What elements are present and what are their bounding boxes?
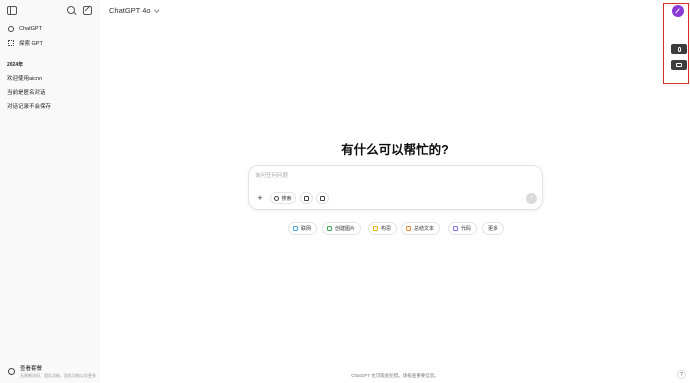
history-item[interactable]: 欢迎使用aicnn	[7, 74, 42, 82]
new-chat-icon[interactable]	[83, 6, 92, 15]
image-icon	[320, 195, 325, 201]
upgrade-title: 查看套餐	[20, 366, 43, 372]
chip-summarize[interactable]: 总结文本	[401, 222, 441, 235]
web-icon	[293, 226, 298, 231]
grid-icon	[8, 40, 14, 46]
sidebar-toggle-icon[interactable]	[7, 6, 17, 15]
lightbulb-icon	[373, 226, 378, 231]
video-button[interactable]	[671, 60, 687, 70]
prompt-input[interactable]	[255, 171, 505, 181]
chip-label: 更多	[488, 226, 499, 232]
chevron-down-icon	[153, 7, 159, 12]
send-button[interactable]: ↑	[526, 193, 537, 204]
page-title: 有什么可以帮忙的?	[341, 143, 449, 157]
sidebar-item-label: ChatGPT	[19, 26, 42, 32]
chip-label: 代码	[461, 226, 472, 232]
upgrade-subtitle: 无限制访问、团队功能，团队功能以及更多	[20, 373, 96, 378]
upgrade-plan-button[interactable]: 查看套餐 无限制访问、团队功能，团队功能以及更多	[0, 360, 100, 383]
sidebar-item-chatgpt[interactable]: ChatGPT	[4, 23, 96, 35]
model-selector[interactable]: ChatGPT 4o	[109, 6, 159, 15]
history-section-label: 2024年	[7, 62, 24, 68]
openai-logo-icon	[8, 26, 14, 32]
chip-label: 构思	[381, 226, 392, 232]
help-button[interactable]: ?	[677, 370, 686, 379]
image-button[interactable]	[316, 192, 329, 204]
user-avatar[interactable]	[672, 5, 684, 17]
chip-brainstorm[interactable]: 构思	[368, 222, 398, 235]
attach-button[interactable]: +	[254, 192, 266, 204]
composer: + 搜索 ↑	[248, 165, 543, 210]
image-icon	[327, 226, 332, 231]
microphone-icon	[677, 46, 681, 52]
voice-button[interactable]	[671, 44, 687, 54]
chip-create-image[interactable]: 创建图片	[322, 222, 362, 235]
model-name: ChatGPT 4o	[109, 6, 151, 15]
history-item[interactable]: 当前是匿名对话	[7, 88, 46, 96]
search-button[interactable]: 搜索	[270, 192, 296, 204]
history-item[interactable]: 对话记录不会保存	[7, 102, 51, 110]
document-icon	[406, 226, 411, 231]
chip-more[interactable]: 更多	[482, 222, 505, 235]
globe-icon	[274, 195, 280, 201]
camera-icon	[676, 63, 682, 67]
upgrade-icon	[8, 368, 15, 375]
sidebar-item-explore-gpt[interactable]: 探索 GPT	[4, 37, 96, 49]
reason-button[interactable]	[300, 192, 313, 204]
search-button-label: 搜索	[281, 195, 292, 202]
chip-label: 总结文本	[414, 226, 435, 232]
chip-web[interactable]: 联网	[288, 222, 318, 235]
app-window: ChatGPT 探索 GPT 2024年 欢迎使用aicnn 当前是匿名对话 对…	[0, 0, 690, 383]
sidebar-toolbar	[0, 0, 100, 22]
upgrade-text: 查看套餐 无限制访问、团队功能，团队功能以及更多	[20, 364, 96, 379]
lightbulb-icon	[304, 195, 309, 201]
chip-label: 创建图片	[335, 226, 356, 232]
code-icon	[453, 226, 458, 231]
search-icon[interactable]	[67, 6, 77, 16]
chip-label: 联网	[301, 226, 312, 232]
chip-code[interactable]: 代码	[448, 222, 478, 235]
disclaimer-note: ChatGPT 也可能会犯错。请核查重要信息。	[351, 373, 439, 378]
sidebar-item-label: 探索 GPT	[19, 41, 43, 47]
sidebar: ChatGPT 探索 GPT 2024年 欢迎使用aicnn 当前是匿名对话 对…	[0, 0, 100, 383]
